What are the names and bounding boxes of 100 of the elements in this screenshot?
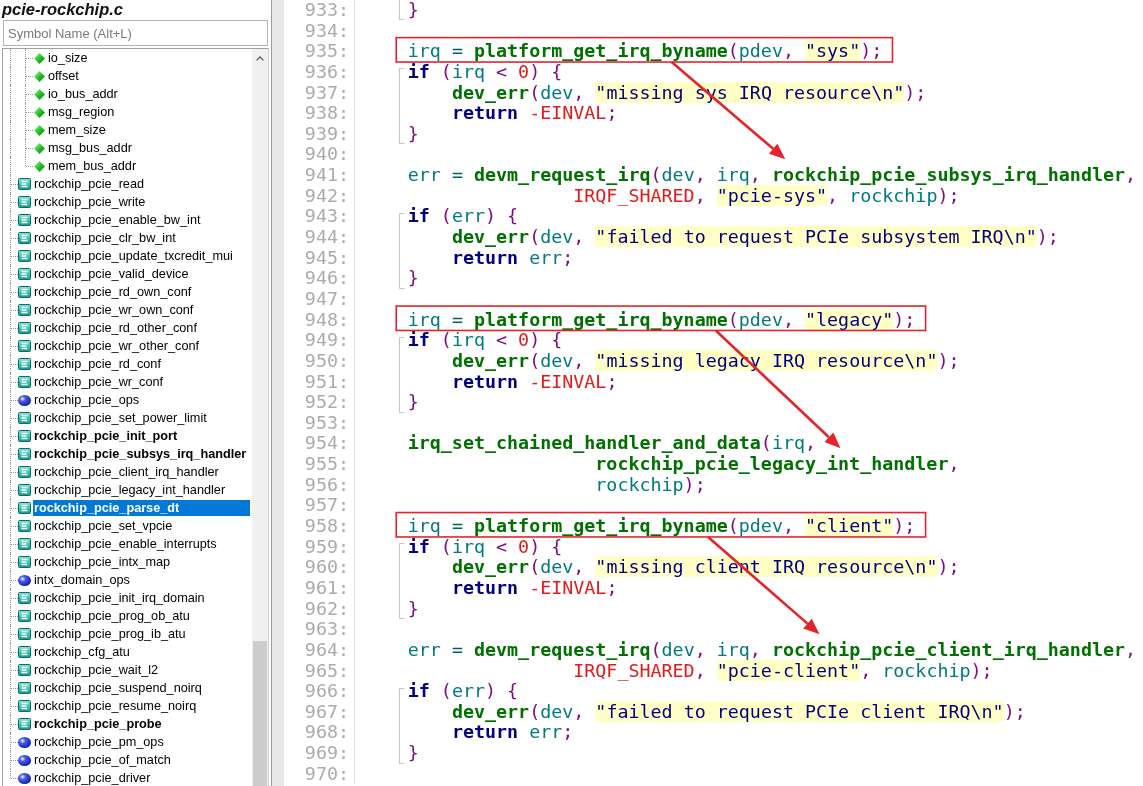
tile-icon xyxy=(18,232,31,244)
diamond-icon xyxy=(34,160,45,172)
line-number: 948: xyxy=(304,308,349,330)
tree-item[interactable]: rockchip_pcie_subsys_irq_handler xyxy=(33,446,248,462)
tile-icon xyxy=(18,376,31,388)
tree-item[interactable]: rockchip_pcie_suspend_noirq xyxy=(33,680,203,696)
diamond-icon xyxy=(34,142,45,154)
tree-item[interactable]: msg_bus_addr xyxy=(47,140,133,156)
tree-item[interactable]: msg_region xyxy=(47,104,116,120)
tree-item[interactable]: rockchip_pcie_write xyxy=(33,194,147,210)
tree-item[interactable]: rockchip_pcie_wr_own_conf xyxy=(33,302,195,318)
line-number: 939: xyxy=(304,122,349,144)
tile-icon xyxy=(18,358,31,370)
tree-item[interactable]: rockchip_pcie_enable_interrupts xyxy=(33,536,218,552)
tile-icon xyxy=(18,610,31,622)
line-number: 955: xyxy=(304,453,349,475)
line-number: 962: xyxy=(304,597,349,619)
tile-icon xyxy=(18,178,31,190)
tree-item[interactable]: mem_size xyxy=(47,122,107,138)
tree-item[interactable]: rockchip_pcie_rd_own_conf xyxy=(33,284,193,300)
tree-item[interactable]: rockchip_pcie_set_power_limit xyxy=(33,410,208,426)
tile-icon xyxy=(18,412,31,424)
diamond-icon xyxy=(34,52,45,64)
tree-item[interactable]: rockchip_pcie_of_match xyxy=(33,752,172,768)
line-number: 944: xyxy=(304,226,349,248)
code-line: IRQF_SHARED, "pcie-client", rockchip); xyxy=(573,659,993,681)
tile-icon xyxy=(18,502,31,514)
code-line: } xyxy=(407,391,419,413)
sphere-icon xyxy=(18,754,31,766)
tree-item[interactable]: rockchip_pcie_pm_ops xyxy=(33,734,165,750)
code-line: } xyxy=(407,122,419,144)
line-number: 946: xyxy=(304,267,349,289)
tree-item[interactable]: rockchip_pcie_rd_other_conf xyxy=(33,320,198,336)
tree-item[interactable]: mem_bus_addr xyxy=(47,158,138,174)
line-number: 933: xyxy=(304,0,349,20)
tree-item[interactable]: rockchip_pcie_ops xyxy=(33,392,141,408)
tree-item[interactable]: rockchip_pcie_wr_conf xyxy=(33,374,165,390)
tile-icon xyxy=(18,250,31,262)
tree-item[interactable]: rockchip_pcie_probe xyxy=(33,716,163,732)
tile-icon xyxy=(18,682,31,694)
tree-item[interactable]: rockchip_pcie_client_irq_handler xyxy=(33,464,220,480)
tree-item[interactable]: rockchip_cfg_atu xyxy=(33,644,131,660)
line-number: 949: xyxy=(304,329,349,351)
tree-item[interactable]: offset xyxy=(47,68,80,84)
tree-item[interactable]: rockchip_pcie_rd_conf xyxy=(33,356,162,372)
code-line: irq_set_chained_handler_and_data(irq, xyxy=(407,432,817,454)
diamond-icon xyxy=(34,70,45,82)
scroll-thumb[interactable] xyxy=(253,641,267,786)
tree-item[interactable]: rockchip_pcie_update_txcredit_mui xyxy=(33,248,234,264)
tree-item[interactable]: rockchip_pcie_read xyxy=(33,176,146,192)
tile-icon xyxy=(18,286,31,298)
line-number: 936: xyxy=(304,60,349,82)
code-line: rockchip_pcie_legacy_int_handler, xyxy=(595,453,960,475)
diamond-icon xyxy=(34,124,45,136)
tree-item[interactable]: rockchip_pcie_prog_ob_atu xyxy=(33,608,191,624)
line-number: 934: xyxy=(304,19,349,41)
line-number: 941: xyxy=(304,164,349,186)
tree-item[interactable]: intx_domain_ops xyxy=(33,572,131,588)
tree-item[interactable]: rockchip_pcie_resume_noirq xyxy=(33,698,198,714)
tree-item[interactable]: rockchip_pcie_enable_bw_int xyxy=(33,212,202,228)
tree-item[interactable]: rockchip_pcie_wait_l2 xyxy=(33,662,160,678)
scrollbar[interactable] xyxy=(252,49,268,786)
code-line: } xyxy=(407,597,419,619)
scroll-up-icon[interactable] xyxy=(256,56,264,61)
code-line: if (irq < 0) { xyxy=(407,535,563,557)
code-line: rockchip); xyxy=(595,473,706,495)
line-number: 957: xyxy=(304,494,349,516)
tree-item[interactable]: io_size xyxy=(47,50,89,66)
tile-icon xyxy=(18,484,31,496)
tree-item[interactable]: rockchip_pcie_set_vpcie xyxy=(33,518,174,534)
tile-icon xyxy=(18,628,31,640)
tree-item[interactable]: rockchip_pcie_intx_map xyxy=(33,554,172,570)
file-title: pcie-rockchip.c xyxy=(0,0,124,20)
tile-icon xyxy=(18,304,31,316)
tree-item[interactable]: rockchip_pcie_wr_other_conf xyxy=(33,338,201,354)
tree-item[interactable]: rockchip_pcie_valid_device xyxy=(33,266,190,282)
line-number: 952: xyxy=(304,391,349,413)
tree-item[interactable]: rockchip_pcie_legacy_int_handler xyxy=(33,482,227,498)
tile-icon xyxy=(18,556,31,568)
code-line: } xyxy=(407,267,419,289)
line-number: 940: xyxy=(304,143,349,165)
line-number: 938: xyxy=(304,102,349,124)
tree-item[interactable]: rockchip_pcie_driver xyxy=(33,770,152,786)
code-line: } xyxy=(407,742,419,764)
tile-icon xyxy=(18,340,31,352)
search-field[interactable]: Symbol Name (Alt+L) xyxy=(3,20,268,46)
tile-icon xyxy=(18,520,31,532)
line-number: 968: xyxy=(304,721,349,743)
line-number: 965: xyxy=(304,659,349,681)
tree-item[interactable]: io_bus_addr xyxy=(47,86,119,102)
tile-icon xyxy=(18,538,31,550)
sphere-icon xyxy=(18,772,31,784)
line-number: 954: xyxy=(304,432,349,454)
tree-item[interactable]: rockchip_pcie_parse_dt xyxy=(33,500,250,516)
tree-item[interactable]: rockchip_pcie_clr_bw_int xyxy=(33,230,177,246)
tree-item[interactable]: rockchip_pcie_prog_ib_atu xyxy=(33,626,187,642)
tree-item[interactable]: rockchip_pcie_init_irq_domain xyxy=(33,590,206,606)
tree-item[interactable]: rockchip_pcie_init_port xyxy=(33,428,179,444)
code-line: if (err) { xyxy=(407,205,519,227)
code-line: if (irq < 0) { xyxy=(407,60,563,82)
